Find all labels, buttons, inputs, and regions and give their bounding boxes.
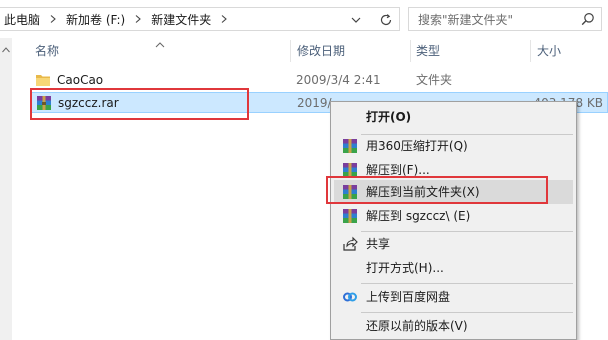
column-size[interactable]: 大小 — [537, 38, 561, 64]
menu-separator — [361, 283, 573, 284]
search-input[interactable]: 搜索"新建文件夹" — [408, 7, 602, 31]
address-bar[interactable]: 此电脑 新加卷 (F:) 新建文件夹 — [0, 7, 400, 31]
archive-icon — [342, 208, 358, 224]
file-date: 2019/ — [297, 96, 332, 110]
column-date[interactable]: 修改日期 — [297, 38, 345, 64]
archive-icon — [342, 138, 358, 154]
left-scrollbar[interactable] — [0, 38, 12, 340]
search-placeholder: 搜索"新建文件夹" — [418, 12, 514, 27]
breadcrumb-this-pc[interactable]: 此电脑 — [4, 11, 40, 28]
breadcrumb-drive[interactable]: 新加卷 (F:) — [66, 11, 125, 28]
menu-item-share[interactable]: 共享 — [334, 232, 573, 256]
share-icon — [342, 236, 358, 252]
menu-item-open-360zip[interactable]: 用360压缩打开(Q) — [334, 134, 573, 158]
sort-ascending-icon — [155, 38, 165, 48]
folder-icon — [35, 72, 51, 88]
menu-separator — [361, 312, 573, 313]
menu-item-open-with[interactable]: 打开方式(H)... — [334, 256, 573, 280]
refresh-icon[interactable] — [378, 12, 394, 28]
file-type: 文件夹 — [416, 73, 453, 87]
menu-item-label: 解压到 sgzccz\ (E) — [366, 209, 471, 223]
menu-item-label: 打开(O) — [366, 110, 412, 124]
column-header: 名称 修改日期 类型 大小 — [0, 38, 608, 64]
menu-item-label: 打开方式(H)... — [366, 261, 444, 275]
column-divider[interactable] — [410, 40, 411, 62]
menu-item-upload-baidu[interactable]: 上传到百度网盘 — [334, 285, 573, 309]
menu-item-restore-versions[interactable]: 还原以前的版本(V) — [334, 314, 573, 338]
menu-item-label: 上传到百度网盘 — [366, 290, 451, 304]
menu-item-label: 共享 — [366, 237, 391, 251]
file-highlight-box — [30, 88, 249, 120]
menu-item-open[interactable]: 打开(O) — [334, 105, 573, 129]
chevron-right-icon[interactable] — [220, 15, 228, 23]
address-dropdown-icon[interactable] — [348, 13, 364, 27]
column-type[interactable]: 类型 — [416, 38, 440, 64]
context-menu: 打开(O) 用360压缩打开(Q) 解压到(F)... 解压到当前文件夹(X) … — [330, 101, 577, 340]
column-name[interactable]: 名称 — [35, 38, 59, 64]
breadcrumb-folder[interactable]: 新建文件夹 — [151, 11, 211, 28]
search-icon[interactable] — [581, 12, 595, 26]
chevron-right-icon[interactable] — [49, 15, 57, 23]
column-divider[interactable] — [530, 40, 531, 62]
file-date: 2009/3/4 2:41 — [296, 73, 381, 87]
column-divider[interactable] — [290, 40, 291, 62]
baidu-netdisk-icon — [342, 289, 358, 305]
menu-item-label: 用360压缩打开(Q) — [366, 139, 468, 153]
chevron-right-icon[interactable] — [134, 15, 142, 23]
address-row: 此电脑 新加卷 (F:) 新建文件夹 搜索"新建文件夹" — [0, 0, 608, 38]
menu-item-label: 还原以前的版本(V) — [366, 319, 468, 333]
menu-item-extract-to-folder[interactable]: 解压到 sgzccz\ (E) — [334, 204, 573, 228]
file-name: CaoCao — [57, 73, 104, 87]
menu-highlight-box — [326, 176, 548, 204]
